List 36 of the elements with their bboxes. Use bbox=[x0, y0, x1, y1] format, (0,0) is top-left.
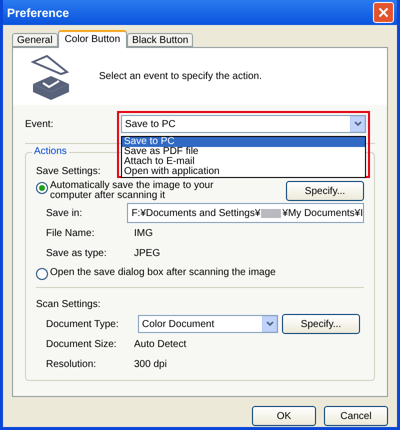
window-title: Preference bbox=[7, 6, 70, 20]
field-label: Save as type: bbox=[45, 248, 108, 258]
field-value: Auto Detect bbox=[134, 338, 186, 350]
specify-button[interactable]: Specify... bbox=[282, 314, 360, 334]
field-label: Save in: bbox=[45, 208, 84, 218]
section-label: Scan Settings: bbox=[36, 298, 100, 310]
radio-button[interactable] bbox=[36, 268, 48, 280]
radio-label: Open the save dialog box after scanning the image bbox=[50, 266, 276, 278]
field-label: Resolution: bbox=[45, 358, 98, 370]
field-label: Document Size: bbox=[45, 338, 118, 350]
tab[interactable]: General bbox=[12, 33, 58, 47]
dropdown-option[interactable]: Save to PC bbox=[122, 137, 365, 147]
chevron-down-icon bbox=[266, 321, 274, 327]
group-title: Actions bbox=[32, 146, 69, 157]
radio-label: Automatically save the image to your computer after scanning it bbox=[50, 181, 214, 201]
field-value: IMG bbox=[134, 228, 153, 238]
section-label: Save Settings: bbox=[36, 166, 100, 176]
document-type-dropdown[interactable]: Color Document bbox=[138, 315, 278, 333]
redacted-block bbox=[261, 208, 282, 218]
radio-button[interactable] bbox=[36, 182, 48, 194]
dialog-button[interactable]: Cancel bbox=[324, 406, 388, 426]
close-button[interactable] bbox=[373, 2, 394, 23]
scanner-icon bbox=[31, 54, 71, 100]
field-label: Document Type: bbox=[45, 318, 120, 330]
tab[interactable]: Black Button bbox=[127, 33, 194, 47]
chevron-down-icon bbox=[354, 121, 362, 127]
dialog-button[interactable]: OK bbox=[252, 406, 316, 426]
specify-button[interactable]: Specify... bbox=[286, 181, 364, 201]
field-value: JPEG bbox=[134, 248, 160, 258]
field-label: File Name: bbox=[45, 228, 96, 238]
close-icon bbox=[378, 7, 389, 18]
tab[interactable]: Color Button bbox=[58, 30, 128, 48]
path-field[interactable]: F:¥Documents and Settings¥ ¥My Documents¥I bbox=[127, 203, 364, 223]
event-dropdown[interactable]: Save to PC bbox=[121, 115, 366, 133]
field-value: 300 dpi bbox=[134, 358, 167, 370]
instruction-text: Select an event to specify the action. bbox=[99, 71, 262, 82]
